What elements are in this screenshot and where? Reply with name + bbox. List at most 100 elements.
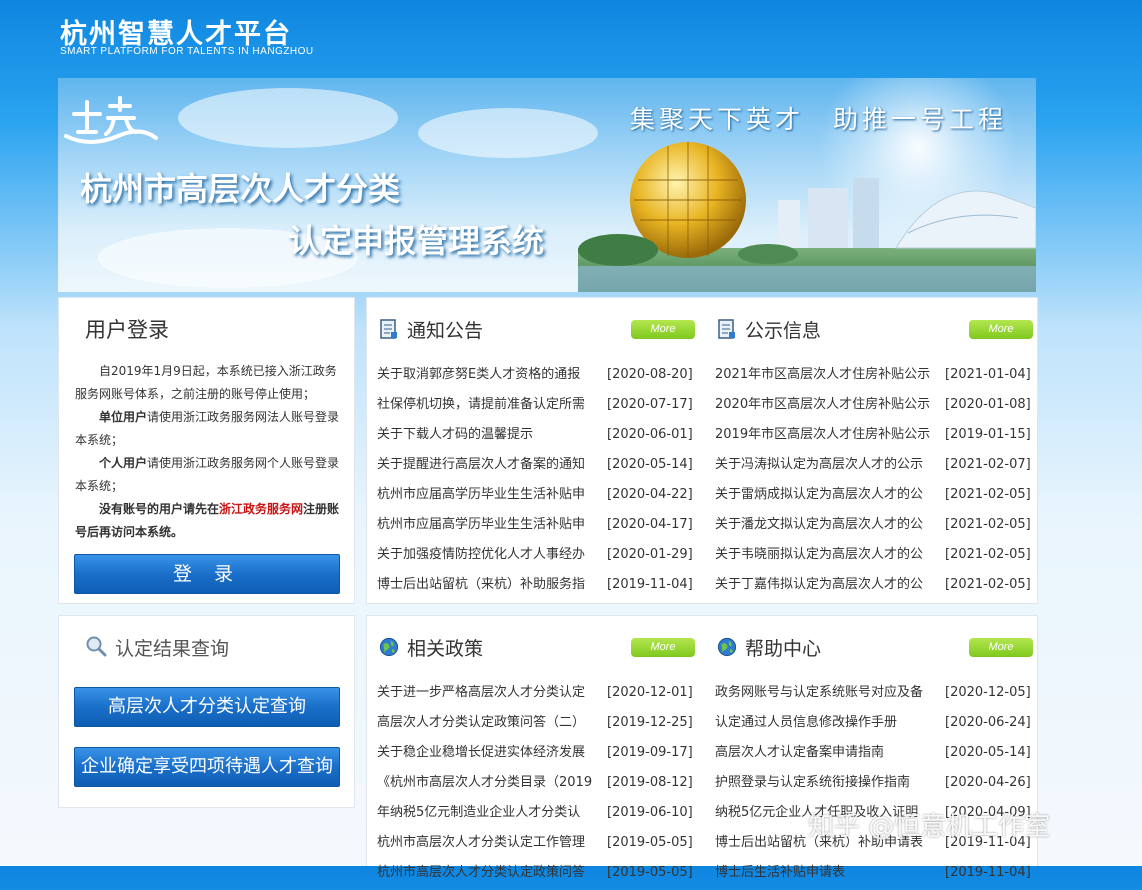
login-unit-user-note: 单位用户请使用浙江政务服务网法人账号登录本系统； xyxy=(75,410,340,447)
list-item-date: [2020-04-26] xyxy=(945,775,1031,790)
list-item-title[interactable]: 政务网账号与认定系统账号对应及备 xyxy=(715,680,939,706)
list-item[interactable]: 高层次人才认定备案申请指南 [2020-05-14] xyxy=(715,740,1035,770)
list-item-title[interactable]: 护照登录与认定系统衔接操作指南 xyxy=(715,770,939,796)
list-item-title[interactable]: 2021年市区高层次人才住房补贴公示 xyxy=(715,362,939,388)
list-item[interactable]: 关于进一步严格高层次人才分类认定 [2020-12-01] xyxy=(377,680,697,710)
zhejiang-gov-service-link[interactable]: 浙江政务服务网 xyxy=(219,502,303,516)
login-button[interactable]: 登 录 xyxy=(74,554,340,594)
list-item[interactable]: 2020年市区高层次人才住房补贴公示 [2020-01-08] xyxy=(715,392,1035,422)
hero-banner: 集聚天下英才 助推一号工程 杭州市高层次人才分类 认定申报管理系统 xyxy=(58,78,1036,292)
help-header: 帮助中心 More xyxy=(713,632,1033,662)
list-item-title[interactable]: 《杭州市高层次人才分类目录（2019 xyxy=(377,770,601,796)
list-item-title[interactable]: 2020年市区高层次人才住房补贴公示 xyxy=(715,392,939,418)
notices-header: 通知公告 More xyxy=(375,314,695,344)
list-item-title[interactable]: 关于潘龙文拟认定为高层次人才的公 xyxy=(715,512,939,538)
list-item-date: [2021-02-05] xyxy=(945,547,1031,562)
policies-more-button[interactable]: More xyxy=(631,638,695,657)
list-item-title[interactable]: 关于进一步严格高层次人才分类认定 xyxy=(377,680,601,706)
list-item[interactable]: 杭州市高层次人才分类认定工作管理 [2019-05-05] xyxy=(377,830,697,860)
list-item[interactable]: 护照登录与认定系统衔接操作指南 [2020-04-26] xyxy=(715,770,1035,800)
list-item[interactable]: 杭州市高层次人才分类认定政策问答 [2019-05-05] xyxy=(377,860,697,890)
list-item-title[interactable]: 杭州市应届高学历毕业生生活补贴申 xyxy=(377,512,601,538)
list-item-title[interactable]: 2019年市区高层次人才住房补贴公示 xyxy=(715,422,939,448)
talent-classification-query-button[interactable]: 高层次人才分类认定查询 xyxy=(74,687,340,727)
list-item-date: [2019-09-17] xyxy=(607,745,693,760)
list-item[interactable]: 认定通过人员信息修改操作手册 [2020-06-24] xyxy=(715,710,1035,740)
list-item-title[interactable]: 关于丁嘉伟拟认定为高层次人才的公 xyxy=(715,572,939,598)
list-item[interactable]: 社保停机切换，请提前准备认定所需 [2020-07-17] xyxy=(377,392,697,422)
list-item-title[interactable]: 关于冯涛拟认定为高层次人才的公示 xyxy=(715,452,939,478)
list-item-date: [2021-02-05] xyxy=(945,577,1031,592)
list-item-date: [2019-08-12] xyxy=(607,775,693,790)
system-title-line1: 杭州市高层次人才分类 xyxy=(80,170,401,208)
list-item-title[interactable]: 关于加强疫情防控优化人才人事经办 xyxy=(377,542,601,568)
list-item[interactable]: 关于韦晓丽拟认定为高层次人才的公 [2021-02-05] xyxy=(715,542,1035,572)
list-item[interactable]: 《杭州市高层次人才分类目录（2019 [2019-08-12] xyxy=(377,770,697,800)
list-item-title[interactable]: 关于稳企业稳增长促进实体经济发展 xyxy=(377,740,601,766)
list-item-title[interactable]: 关于韦晓丽拟认定为高层次人才的公 xyxy=(715,542,939,568)
list-item-title[interactable]: 年纳税5亿元制造业企业人才分类认 xyxy=(377,800,601,826)
list-item-title[interactable]: 博士后生活补贴申请表 xyxy=(715,860,939,886)
banner-slogan: 集聚天下英才 助推一号工程 xyxy=(630,105,1008,134)
list-item-title[interactable]: 博士后出站留杭（来杭）补助服务指 xyxy=(377,572,601,598)
list-item-title[interactable]: 关于雷炳成拟认定为高层次人才的公 xyxy=(715,482,939,508)
list-item[interactable]: 关于稳企业稳增长促进实体经济发展 [2019-09-17] xyxy=(377,740,697,770)
login-instructions: 自2019年1月9日起，本系统已接入浙江政务服务网账号体系，之前注册的账号停止使… xyxy=(75,360,343,544)
list-item-date: [2020-05-14] xyxy=(945,745,1031,760)
list-item-title[interactable]: 关于取消郭彦努E类人才资格的通报 xyxy=(377,362,601,388)
list-item-date: [2019-11-04] xyxy=(607,577,693,592)
notices-list: 关于取消郭彦努E类人才资格的通报 [2020-08-20] 社保停机切换，请提前准备… xyxy=(377,362,697,602)
enterprise-talent-benefits-query-button[interactable]: 企业确定享受四项待遇人才查询 xyxy=(74,747,340,787)
list-item-title[interactable]: 关于提醒进行高层次人才备案的通知 xyxy=(377,452,601,478)
list-item[interactable]: 关于冯涛拟认定为高层次人才的公示 [2021-02-07] xyxy=(715,452,1035,482)
document-icon xyxy=(380,319,397,339)
list-item-date: [2020-06-24] xyxy=(945,715,1031,730)
list-item-title[interactable]: 杭州市高层次人才分类认定工作管理 xyxy=(377,830,601,856)
list-item-date: [2021-02-07] xyxy=(945,457,1031,472)
list-item[interactable]: 高层次人才分类认定政策问答（二） [2019-12-25] xyxy=(377,710,697,740)
list-item[interactable]: 博士后生活补贴申请表 [2019-11-04] xyxy=(715,860,1035,890)
list-item-title[interactable]: 认定通过人员信息修改操作手册 xyxy=(715,710,939,736)
list-item[interactable]: 关于提醒进行高层次人才备案的通知 [2020-05-14] xyxy=(377,452,697,482)
list-item[interactable]: 关于取消郭彦努E类人才资格的通报 [2020-08-20] xyxy=(377,362,697,392)
list-item-title[interactable]: 关于下载人才码的温馨提示 xyxy=(377,422,601,448)
list-item[interactable]: 关于丁嘉伟拟认定为高层次人才的公 [2021-02-05] xyxy=(715,572,1035,602)
list-item-title[interactable]: 高层次人才分类认定政策问答（二） xyxy=(377,710,601,736)
list-item[interactable]: 关于下载人才码的温馨提示 [2020-06-01] xyxy=(377,422,697,452)
list-item-date: [2020-04-17] xyxy=(607,517,693,532)
list-item-date: [2020-08-20] xyxy=(607,367,693,382)
list-item-title[interactable]: 高层次人才认定备案申请指南 xyxy=(715,740,939,766)
list-item-date: [2019-05-05] xyxy=(607,835,693,850)
list-item[interactable]: 2021年市区高层次人才住房补贴公示 [2021-01-04] xyxy=(715,362,1035,392)
list-item-date: [2020-04-22] xyxy=(607,487,693,502)
list-item-date: [2019-11-04] xyxy=(945,865,1031,880)
city-skyline-illustration xyxy=(578,142,1036,292)
help-title: 帮助中心 xyxy=(745,638,822,660)
globe-icon xyxy=(717,637,737,657)
list-item[interactable]: 杭州市应届高学历毕业生生活补贴申 [2020-04-17] xyxy=(377,512,697,542)
publicity-header: 公示信息 More xyxy=(713,314,1033,344)
login-title: 用户登录 xyxy=(85,318,169,342)
list-item[interactable]: 杭州市应届高学历毕业生生活补贴申 [2020-04-22] xyxy=(377,482,697,512)
publicity-title: 公示信息 xyxy=(745,320,822,342)
list-item-date: [2020-01-29] xyxy=(607,547,693,562)
banner-cloud xyxy=(178,88,398,148)
policies-list: 关于进一步严格高层次人才分类认定 [2020-12-01] 高层次人才分类认定政策问… xyxy=(377,680,697,890)
list-item[interactable]: 关于潘龙文拟认定为高层次人才的公 [2021-02-05] xyxy=(715,512,1035,542)
list-item[interactable]: 关于加强疫情防控优化人才人事经办 [2020-01-29] xyxy=(377,542,697,572)
help-more-button[interactable]: More xyxy=(969,638,1033,657)
login-register-note: 没有账号的用户请先在浙江政务服务网注册账号后再访问本系统。 xyxy=(75,502,340,539)
list-item[interactable]: 政务网账号与认定系统账号对应及备 [2020-12-05] xyxy=(715,680,1035,710)
list-item[interactable]: 2019年市区高层次人才住房补贴公示 [2019-01-15] xyxy=(715,422,1035,452)
list-item-date: [2020-07-17] xyxy=(607,397,693,412)
list-item[interactable]: 关于雷炳成拟认定为高层次人才的公 [2021-02-05] xyxy=(715,482,1035,512)
list-item-title[interactable]: 社保停机切换，请提前准备认定所需 xyxy=(377,392,601,418)
list-item-title[interactable]: 杭州市应届高学历毕业生生活补贴申 xyxy=(377,482,601,508)
list-item-date: [2020-01-08] xyxy=(945,397,1031,412)
result-query-panel: 认定结果查询 高层次人才分类认定查询 企业确定享受四项待遇人才查询 xyxy=(58,615,355,808)
list-item-title[interactable]: 杭州市高层次人才分类认定政策问答 xyxy=(377,860,601,886)
publicity-more-button[interactable]: More xyxy=(969,320,1033,339)
list-item[interactable]: 年纳税5亿元制造业企业人才分类认 [2019-06-10] xyxy=(377,800,697,830)
list-item[interactable]: 博士后出站留杭（来杭）补助服务指 [2019-11-04] xyxy=(377,572,697,602)
notices-more-button[interactable]: More xyxy=(631,320,695,339)
